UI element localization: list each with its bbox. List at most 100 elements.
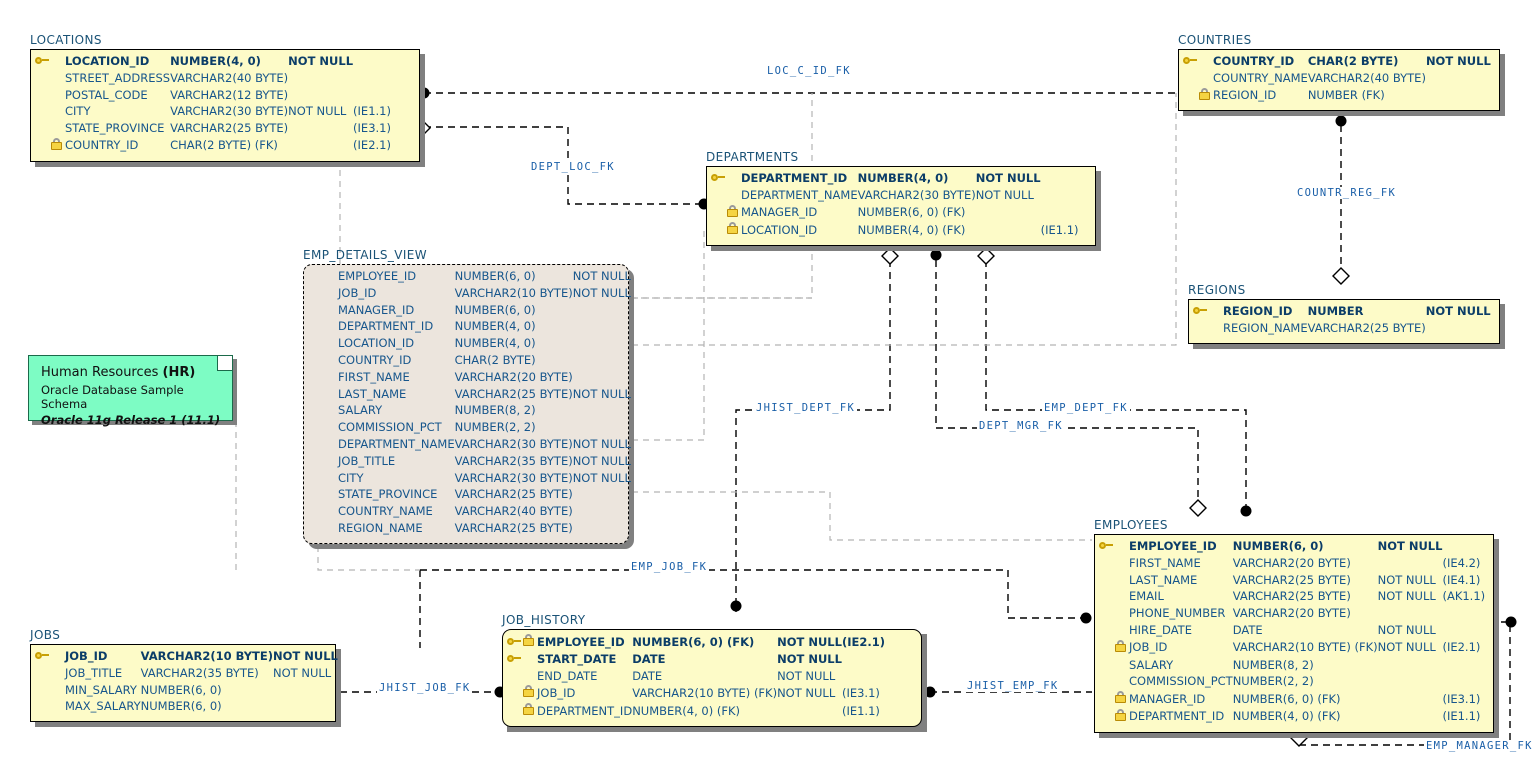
key-slot-empty [1099, 623, 1115, 640]
attribute-row[interactable]: DEPARTMENT_IDNUMBER(4, 0) [308, 319, 631, 336]
attribute-type: NUMBER (FK) [1308, 88, 1426, 106]
attribute-name: MIN_SALARY [65, 683, 141, 700]
schema-note[interactable]: Human Resources (HR) Oracle Database Sam… [28, 355, 233, 421]
attribute-row[interactable]: CITYVARCHAR2(30 BYTE)NOT NULL(IE1.1) [35, 104, 391, 121]
attribute-row[interactable]: COUNTRY_IDCHAR(2 BYTE)NOT NULL [1183, 54, 1491, 71]
attribute-row[interactable]: STATE_PROVINCEVARCHAR2(25 BYTE)(IE3.1) [35, 121, 391, 138]
attribute-row[interactable]: STATE_PROVINCEVARCHAR2(25 BYTE) [308, 487, 631, 504]
attribute-nullability [288, 138, 353, 156]
foreign-key-lock-icon [523, 703, 537, 721]
attribute-row[interactable]: CITYVARCHAR2(30 BYTE)NOT NULL [308, 471, 631, 488]
attribute-name: POSTAL_CODE [65, 88, 170, 105]
lock-slot-empty [324, 269, 338, 286]
attribute-row[interactable]: COUNTRY_NAMEVARCHAR2(40 BYTE) [1183, 71, 1491, 88]
attribute-name: FIRST_NAME [338, 370, 455, 387]
attribute-row[interactable]: EMAILVARCHAR2(25 BYTE)NOT NULL(AK1.1) [1099, 589, 1485, 606]
attribute-type: CHAR(2 BYTE) [455, 353, 573, 370]
attribute-row[interactable]: JOB_IDVARCHAR2(10 BYTE) (FK)NOT NULL(IE3… [507, 685, 885, 703]
attribute-row[interactable]: REGION_IDNUMBER (FK) [1183, 88, 1491, 106]
attribute-row[interactable]: LOCATION_IDNUMBER(4, 0) [308, 336, 631, 353]
foreign-key-lock-icon [1115, 709, 1129, 727]
attribute-row[interactable]: PHONE_NUMBERVARCHAR2(20 BYTE) [1099, 606, 1485, 623]
attribute-row[interactable]: REGION_IDNUMBERNOT NULL [1193, 304, 1491, 321]
attribute-row[interactable]: START_DATEDATENOT NULL [507, 652, 885, 669]
attribute-index: (IE1.1) [353, 104, 391, 121]
attribute-row[interactable]: STREET_ADDRESSVARCHAR2(40 BYTE) [35, 71, 391, 88]
attribute-row[interactable]: DEPARTMENT_IDNUMBER(4, 0)NOT NULL [711, 171, 1079, 188]
attribute-row[interactable]: SALARYNUMBER(8, 2) [1099, 658, 1485, 675]
attribute-row[interactable]: MANAGER_IDNUMBER(6, 0) (FK) [711, 205, 1079, 223]
attribute-row[interactable]: REGION_NAMEVARCHAR2(25 BYTE) [1193, 321, 1491, 338]
attribute-type: NUMBER(4, 0) [455, 336, 573, 353]
attribute-type: NUMBER(6, 0) (FK) [858, 205, 976, 223]
attribute-row[interactable]: JOB_TITLEVARCHAR2(35 BYTE)NOT NULL [35, 666, 338, 683]
attribute-row[interactable]: POSTAL_CODEVARCHAR2(12 BYTE) [35, 88, 391, 105]
attribute-name: JOB_ID [1129, 640, 1233, 658]
attribute-row[interactable]: DEPARTMENT_NAMEVARCHAR2(30 BYTE)NOT NULL [308, 437, 631, 454]
attribute-type: NUMBER(2, 2) [455, 420, 573, 437]
lock-slot-empty [324, 336, 338, 353]
attribute-index [1442, 623, 1485, 640]
attribute-row[interactable]: JOB_IDVARCHAR2(10 BYTE)NOT NULL [35, 649, 338, 666]
attribute-row[interactable]: REGION_NAMEVARCHAR2(25 BYTE) [308, 521, 631, 538]
lock-slot-empty [1115, 589, 1129, 606]
lock-slot-empty [324, 387, 338, 404]
attribute-type: DATE [632, 669, 777, 686]
key-slot-empty [308, 504, 324, 521]
attribute-row[interactable]: LOCATION_IDNUMBER(4, 0)NOT NULL [35, 54, 391, 71]
attribute-row[interactable]: DEPARTMENT_IDNUMBER(4, 0) (FK)(IE1.1) [507, 703, 885, 721]
attribute-row[interactable]: EMPLOYEE_IDNUMBER(6, 0)NOT NULL [1099, 539, 1485, 556]
attribute-row[interactable]: FIRST_NAMEVARCHAR2(20 BYTE) [308, 370, 631, 387]
attribute-type: VARCHAR2(25 BYTE) [1308, 321, 1426, 338]
attribute-row[interactable]: MANAGER_IDNUMBER(6, 0) [308, 303, 631, 320]
attribute-row[interactable]: LAST_NAMEVARCHAR2(25 BYTE)NOT NULL(IE4.1… [1099, 573, 1485, 590]
attribute-row[interactable]: COUNTRY_NAMEVARCHAR2(40 BYTE) [308, 504, 631, 521]
attribute-row[interactable]: HIRE_DATEDATENOT NULL [1099, 623, 1485, 640]
attribute-name: MANAGER_ID [1129, 691, 1233, 709]
key-slot-empty [308, 336, 324, 353]
attribute-index: (IE2.1) [1442, 640, 1485, 658]
lock-slot-empty [1115, 539, 1129, 556]
attribute-row[interactable]: LOCATION_IDNUMBER(4, 0) (FK)(IE1.1) [711, 222, 1079, 240]
attribute-row[interactable]: SALARYNUMBER(8, 2) [308, 403, 631, 420]
attribute-row[interactable]: MIN_SALARYNUMBER(6, 0) [35, 683, 338, 700]
attribute-row[interactable]: EMPLOYEE_IDNUMBER(6, 0) (FK)NOT NULL(IE2… [507, 634, 885, 652]
attribute-row[interactable]: FIRST_NAMEVARCHAR2(20 BYTE)(IE4.2) [1099, 556, 1485, 573]
attribute-row[interactable]: COMMISSION_PCTNUMBER(2, 2) [308, 420, 631, 437]
attribute-row[interactable]: JOB_IDVARCHAR2(10 BYTE)NOT NULL [308, 286, 631, 303]
attribute-name: STREET_ADDRESS [65, 71, 170, 88]
attribute-name: DEPARTMENT_NAME [338, 437, 455, 454]
attribute-row[interactable]: DEPARTMENT_IDNUMBER(4, 0) (FK)(IE1.1) [1099, 709, 1485, 727]
attribute-index [842, 669, 885, 686]
key-slot-empty [1099, 556, 1115, 573]
attribute-type: NUMBER(4, 0) [455, 319, 573, 336]
attribute-type: NUMBER(6, 0) [455, 269, 573, 286]
primary-key-icon [35, 649, 51, 666]
attribute-name: JOB_TITLE [338, 454, 455, 471]
attribute-row[interactable]: COUNTRY_IDCHAR(2 BYTE) (FK)(IE2.1) [35, 138, 391, 156]
attribute-index: (AK1.1) [1442, 589, 1485, 606]
attribute-row[interactable]: LAST_NAMEVARCHAR2(25 BYTE)NOT NULL [308, 387, 631, 404]
primary-key-icon [507, 634, 523, 652]
attribute-row[interactable]: MANAGER_IDNUMBER(6, 0) (FK)(IE3.1) [1099, 691, 1485, 709]
attribute-row[interactable]: COUNTRY_IDCHAR(2 BYTE) [308, 353, 631, 370]
attribute-row[interactable]: MAX_SALARYNUMBER(6, 0) [35, 699, 338, 716]
attribute-name: STATE_PROVINCE [65, 121, 170, 138]
attribute-name: DEPARTMENT_ID [338, 319, 455, 336]
attribute-index [1041, 205, 1079, 223]
attribute-row[interactable]: JOB_IDVARCHAR2(10 BYTE) (FK)NOT NULL(IE2… [1099, 640, 1485, 658]
wire-dept-mgr-fk [936, 248, 1198, 512]
attribute-type: VARCHAR2(10 BYTE) [455, 286, 573, 303]
key-slot-empty [35, 121, 51, 138]
attribute-row[interactable]: END_DATEDATENOT NULL [507, 669, 885, 686]
attribute-type: NUMBER(6, 0) (FK) [1233, 691, 1378, 709]
lock-slot-empty [1209, 304, 1223, 321]
relationship-label-dept-loc-fk: DEPT_LOC_FK [529, 161, 617, 173]
attribute-row[interactable]: EMPLOYEE_IDNUMBER(6, 0)NOT NULL [308, 269, 631, 286]
attribute-type: VARCHAR2(30 BYTE) [455, 437, 573, 454]
attribute-row[interactable]: DEPARTMENT_NAMEVARCHAR2(30 BYTE)NOT NULL [711, 188, 1079, 205]
attribute-nullability [573, 353, 631, 370]
attribute-row[interactable]: COMMISSION_PCTNUMBER(2, 2) [1099, 674, 1485, 691]
key-slot-empty [308, 454, 324, 471]
attribute-row[interactable]: JOB_TITLEVARCHAR2(35 BYTE)NOT NULL [308, 454, 631, 471]
